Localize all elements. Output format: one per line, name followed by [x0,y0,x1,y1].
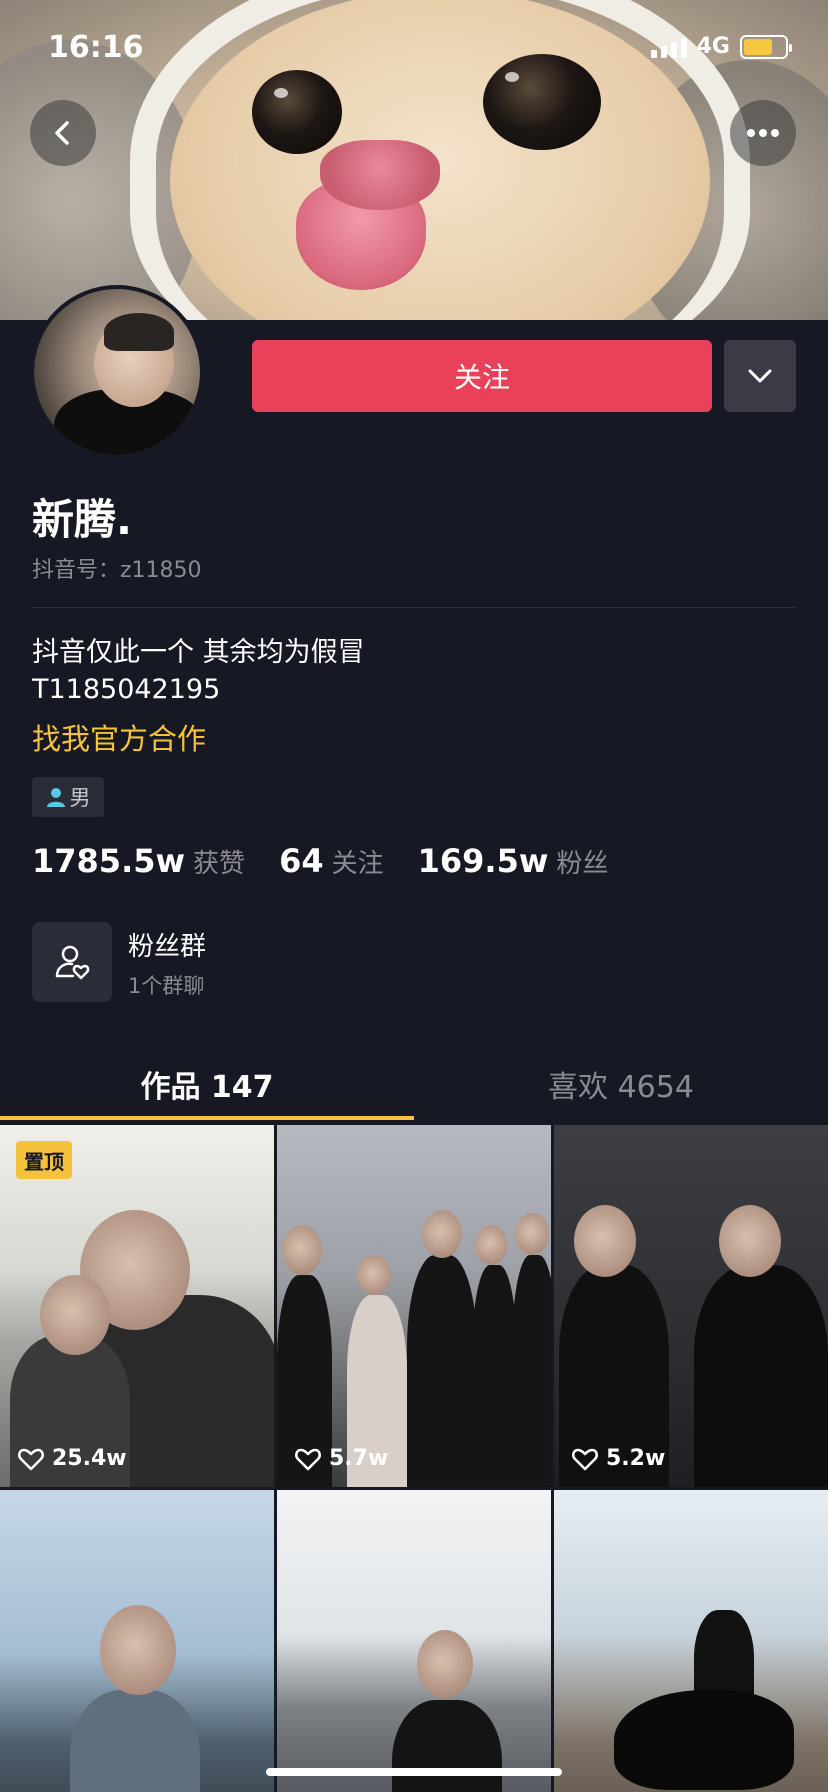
pinned-badge: 置顶 [16,1141,72,1179]
bio-line-2: T1185042195 [32,674,221,705]
video-thumbnail[interactable] [0,1490,274,1792]
stat-followers-label: 粉丝 [556,849,609,879]
more-button[interactable] [730,100,796,166]
heart-icon [295,1448,321,1470]
fans-group-button[interactable] [32,922,112,1002]
video-thumbnail[interactable]: 5.7w [277,1125,551,1487]
network-label: 4G [696,34,730,59]
status-time: 16:16 [48,30,144,65]
stat-followers-value: 169.5w [417,842,549,880]
video-likes: 5.7w [295,1446,388,1471]
stat-followers[interactable]: 169.5w 粉丝 [418,842,609,880]
gender-label: 男 [69,786,91,810]
profile-name: 新腾. [32,495,132,544]
video-thumbnail[interactable] [554,1490,828,1792]
divider [32,607,796,608]
video-grid: 置顶 25.4w 5.7w 5.2w [0,1125,828,1792]
stat-following-value: 64 [279,842,324,880]
fans-group-title[interactable]: 粉丝群 [128,926,206,963]
video-thumbnail[interactable]: 5.2w [554,1125,828,1487]
follow-button[interactable]: 关注 [252,340,712,412]
tab-works[interactable]: 作品 147 [0,1062,414,1106]
video-likes-count: 5.2w [606,1446,666,1471]
video-likes: 25.4w [18,1446,127,1471]
home-indicator[interactable] [266,1768,562,1776]
tab-active-indicator [0,1116,414,1120]
male-user-icon [46,788,65,807]
douyin-id: 抖音号：z11850 [32,558,202,583]
gender-tag: 男 [32,777,104,817]
video-thumbnail[interactable]: 置顶 25.4w [0,1125,274,1487]
chevron-down-icon [748,369,772,383]
heart-icon [572,1448,598,1470]
stat-likes-value: 1785.5w [32,842,186,880]
signal-icon [650,36,687,58]
more-horizontal-icon [747,129,779,137]
bio-line-1: 抖音仅此一个 其余均为假冒 [32,637,365,668]
back-button[interactable] [30,100,96,166]
video-likes-count: 5.7w [329,1446,389,1471]
stat-likes-label: 获赞 [193,849,246,879]
stat-likes[interactable]: 1785.5w 获赞 [32,842,245,880]
heart-icon [18,1448,44,1470]
chevron-left-icon [55,121,69,145]
video-likes-count: 25.4w [52,1446,127,1471]
battery-icon [740,34,792,59]
business-cooperation-link[interactable]: 找我官方合作 [32,716,206,758]
stat-following[interactable]: 64 关注 [279,842,384,880]
tab-likes[interactable]: 喜欢 4654 [414,1062,828,1106]
recommend-dropdown-button[interactable] [724,340,796,412]
status-bar: 16:16 4G [0,0,828,100]
stat-following-label: 关注 [331,849,384,879]
video-likes: 5.2w [572,1446,665,1471]
fans-group-subtitle: 1个群聊 [128,974,205,998]
video-thumbnail[interactable] [277,1490,551,1792]
avatar[interactable] [30,285,204,459]
group-heart-icon [55,945,90,980]
profile-stats: 1785.5w 获赞 64 关注 169.5w 粉丝 [32,842,608,880]
